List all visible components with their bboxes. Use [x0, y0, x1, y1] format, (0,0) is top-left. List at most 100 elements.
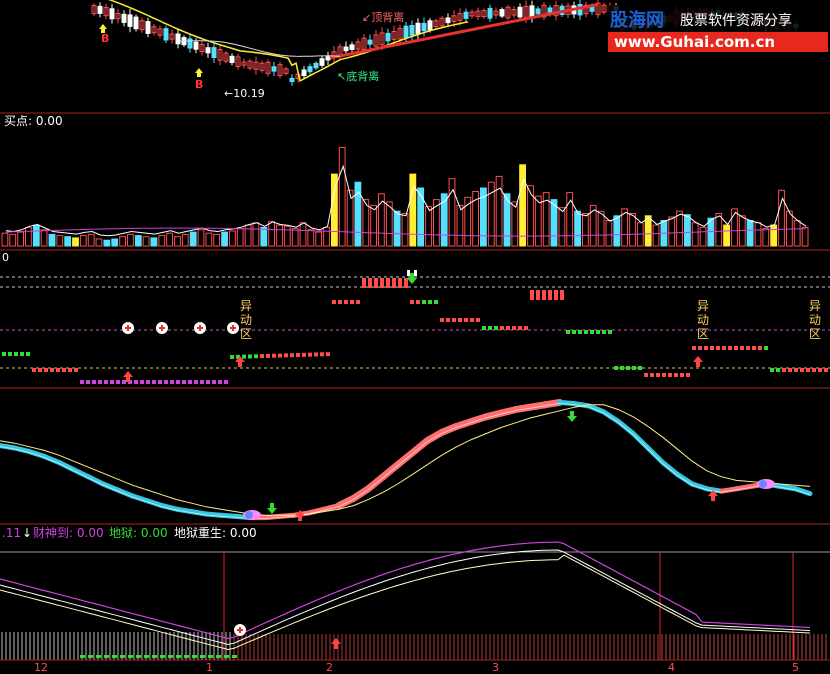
volume-bar — [189, 231, 197, 247]
watermark-cn-name: 股海网 — [609, 9, 664, 31]
x-tick-label: 12 — [34, 661, 48, 674]
volume-bar — [307, 229, 315, 247]
signal-dot — [302, 352, 306, 357]
volume-bar — [691, 222, 699, 247]
volume-bar — [746, 220, 754, 247]
signal-dot — [800, 368, 804, 372]
signal-dot — [446, 318, 450, 322]
volume-bar — [9, 233, 17, 247]
candle — [211, 47, 217, 59]
volume-bar — [244, 224, 252, 247]
green-dash — [176, 655, 181, 658]
volume-bar — [409, 173, 417, 247]
signal-dot — [326, 352, 330, 357]
candle — [535, 8, 541, 15]
signal-dot — [728, 346, 732, 350]
signal-dot — [434, 300, 438, 304]
candle — [349, 44, 355, 51]
volume-bar — [574, 210, 582, 247]
volume-bar — [762, 228, 770, 247]
volume-bar — [79, 235, 87, 247]
signal-dot — [86, 380, 90, 384]
x-tick-label: 4 — [668, 661, 675, 674]
volume-bar — [268, 221, 276, 247]
volume-bar — [103, 239, 111, 247]
signal-dot — [290, 353, 294, 358]
trend-band-segment — [660, 459, 680, 477]
signal-dot — [404, 278, 408, 288]
candle — [313, 62, 319, 69]
x-tick-label: 1 — [206, 661, 213, 674]
indicator-line — [0, 549, 811, 646]
candle — [145, 21, 151, 34]
volume-bar — [174, 236, 181, 247]
green-dash — [200, 655, 205, 658]
signal-dot — [314, 352, 318, 357]
signal-dot — [494, 326, 498, 330]
signal-dot — [230, 355, 234, 359]
volume-bar — [276, 224, 283, 247]
trend-band-segment — [792, 486, 813, 497]
volume-bar — [597, 210, 605, 247]
volume-bar — [770, 224, 778, 247]
green-dash — [184, 655, 189, 658]
signal-dot — [734, 346, 738, 350]
candle — [421, 22, 427, 32]
x-tick-label: 5 — [792, 661, 799, 674]
indicator-line — [0, 541, 811, 640]
signal-dot — [458, 318, 462, 322]
signal-dot — [248, 354, 252, 359]
signal-dot — [362, 278, 366, 288]
signal-dot — [488, 326, 492, 330]
volume-bar — [48, 233, 56, 247]
candle — [175, 33, 181, 45]
volume-bar — [134, 235, 142, 247]
green-dash — [104, 655, 109, 658]
candle — [97, 5, 103, 14]
signal-dot — [428, 300, 432, 304]
signal-dot — [716, 346, 720, 350]
trend-band-segment — [675, 471, 695, 487]
volume-bar — [519, 164, 527, 247]
signal-dot — [644, 373, 648, 377]
x-axis: 12 1 2 3 4 5 — [34, 661, 799, 674]
signal-dot — [122, 380, 126, 384]
signal-dot — [560, 290, 564, 300]
volume-bar — [213, 233, 221, 247]
volume-bar — [668, 216, 676, 247]
green-dash — [168, 655, 173, 658]
signal-dot — [200, 380, 204, 384]
signal-dot — [92, 380, 96, 384]
candle — [343, 46, 349, 52]
candle — [127, 14, 133, 27]
volume-bar — [197, 229, 205, 247]
signal-blob — [245, 511, 253, 519]
candle — [529, 5, 535, 18]
indicator-panel — [0, 541, 830, 660]
down-arrow-icon — [567, 411, 577, 422]
signal-dot — [554, 290, 558, 300]
signal-dot — [770, 368, 774, 372]
volume-bar — [801, 226, 809, 247]
signal-dot — [476, 318, 480, 322]
trend-band-segment — [645, 445, 666, 465]
candle — [301, 69, 307, 77]
signal-dot — [680, 373, 684, 377]
signal-dot — [692, 346, 696, 350]
zone-label: 异动区 — [809, 299, 821, 341]
signal-dot — [824, 368, 828, 372]
trend-band-segment — [601, 409, 621, 425]
signal-dot — [386, 278, 390, 288]
signal-dot — [512, 326, 516, 330]
signal-dot — [98, 380, 102, 384]
signal-dot — [170, 380, 174, 384]
signal-dot — [536, 290, 540, 300]
candle — [163, 28, 169, 41]
volume-bar — [699, 226, 707, 247]
signal-dot — [68, 368, 72, 372]
signal-dot — [638, 366, 642, 370]
signal-dot — [422, 300, 426, 304]
volume-bar — [401, 213, 409, 247]
signal-dot — [590, 330, 594, 334]
signal-dot — [794, 368, 798, 372]
